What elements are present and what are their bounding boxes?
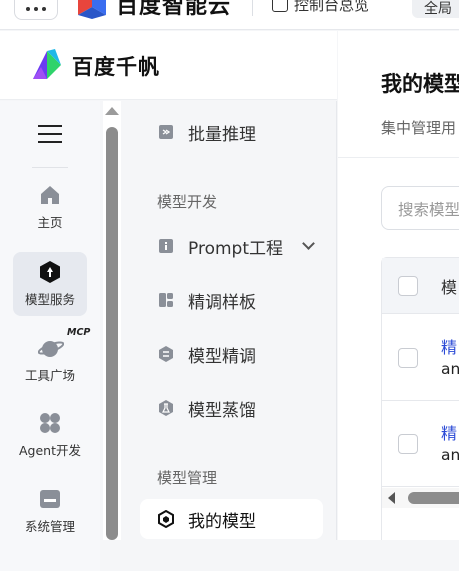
models-table: 模 精 an 精 an	[381, 257, 459, 540]
batch-inference-icon	[157, 123, 175, 141]
chevron-down-icon[interactable]	[302, 237, 315, 250]
rail-item-home[interactable]: 主页	[13, 175, 87, 239]
rail-item-model-service[interactable]: 模型服务	[13, 252, 87, 316]
qianfan-brand-name[interactable]: 百度千帆	[72, 51, 160, 81]
finetune-icon	[157, 345, 175, 363]
scrollbar-thumb[interactable]	[408, 492, 459, 504]
search-input[interactable]: 搜索模型	[381, 186, 459, 230]
agent-icon	[38, 411, 62, 435]
group-title-model-dev: 模型开发	[157, 193, 218, 211]
subnav-item-label: 精调样板	[188, 292, 256, 313]
rail-divider	[32, 167, 68, 168]
row-checkbox[interactable]	[398, 348, 418, 368]
baidu-cloud-brand-text: 百度智能云	[116, 0, 232, 19]
home-icon	[38, 183, 62, 207]
column-header: 模	[441, 278, 458, 297]
hamburger-menu-icon[interactable]	[38, 125, 62, 143]
subnav-item-label: 模型精调	[188, 346, 256, 367]
rail-scrollbar[interactable]	[103, 101, 121, 540]
subnav-item-label: 批量推理	[188, 124, 256, 145]
dot-icon	[26, 7, 30, 11]
group-title-model-manage: 模型管理	[157, 469, 218, 487]
table-row: 精 an	[382, 401, 459, 487]
primary-nav-rail: 主页 模型服务 工具广场 Agent开发 系统管理 MCP	[0, 101, 100, 571]
scrollbar-thumb[interactable]	[106, 127, 118, 540]
qianfan-logo-icon[interactable]	[29, 47, 65, 81]
qianfan-brand-header: 百度千帆	[0, 31, 337, 100]
rail-item-label: 工具广场	[24, 368, 75, 383]
scroll-up-arrow-icon[interactable]	[105, 107, 119, 115]
select-all-checkbox[interactable]	[398, 276, 418, 296]
divider	[252, 0, 253, 16]
table-horizontal-scrollbar[interactable]	[382, 488, 459, 508]
page-description: 集中管理用	[381, 119, 457, 137]
console-overview-label: 控制台总览	[294, 0, 370, 14]
console-overview-link[interactable]: 控制台总览	[272, 0, 369, 18]
subnav-item-model-finetune[interactable]: 模型精调	[140, 334, 323, 374]
table-header: 模	[382, 258, 459, 314]
baidu-cloud-logo[interactable]: 百度智能云	[76, 0, 231, 22]
model-sub-text: an	[441, 360, 459, 378]
subnav-item-finetune-template[interactable]: 精调样板	[140, 280, 323, 320]
subnav-item-label: 我的模型	[188, 511, 256, 532]
template-icon	[157, 291, 175, 309]
rail-item-system[interactable]: 系统管理	[13, 479, 87, 543]
baidu-cloud-logo-icon	[76, 0, 108, 19]
tool-plaza-icon	[37, 336, 65, 360]
model-name-link[interactable]: 精	[441, 334, 457, 358]
rail-item-label: 主页	[37, 215, 63, 230]
subnav-item-label: Prompt工程	[188, 238, 283, 259]
row-checkbox[interactable]	[398, 434, 418, 454]
subnav-item-label: 模型蒸馏	[188, 400, 256, 421]
rail-item-agent[interactable]: Agent开发	[13, 403, 87, 467]
subnav-item-prompt[interactable]: Prompt工程	[140, 226, 323, 266]
model-service-icon	[38, 260, 62, 284]
model-name-link[interactable]: 精	[441, 420, 457, 444]
distill-icon	[157, 399, 175, 417]
dot-icon	[42, 7, 46, 11]
rail-item-label: 系统管理	[24, 519, 75, 534]
system-icon	[38, 487, 62, 511]
secondary-nav: 批量推理 模型开发 Prompt工程 精调样板 模型精调 模型蒸馏 模型管理 我…	[123, 101, 337, 540]
table-row: 精 an	[382, 315, 459, 401]
rail-item-label: Agent开发	[19, 443, 81, 458]
main-content: 我的模型 集中管理用 搜索模型 模 精 an 精 an	[338, 31, 459, 540]
top-bar: 百度智能云 控制台总览 全局	[0, 0, 459, 30]
rail-item-label: 模型服务	[24, 292, 75, 307]
page-title: 我的模型	[381, 72, 459, 96]
my-models-icon	[157, 509, 175, 529]
model-sub-text: an	[441, 446, 459, 464]
divider	[338, 157, 459, 158]
region-select[interactable]: 全局	[412, 0, 459, 18]
scroll-left-arrow-icon[interactable]	[388, 492, 395, 504]
subnav-item-my-models[interactable]: 我的模型	[140, 499, 323, 539]
dot-icon	[34, 7, 38, 11]
console-icon	[272, 0, 288, 12]
subnav-item-batch-inference[interactable]: 批量推理	[140, 112, 323, 152]
subnav-item-model-distill[interactable]: 模型蒸馏	[140, 388, 323, 428]
mcp-badge: MCP	[67, 327, 91, 338]
prompt-icon	[157, 237, 175, 255]
more-menu-button[interactable]	[14, 0, 58, 20]
